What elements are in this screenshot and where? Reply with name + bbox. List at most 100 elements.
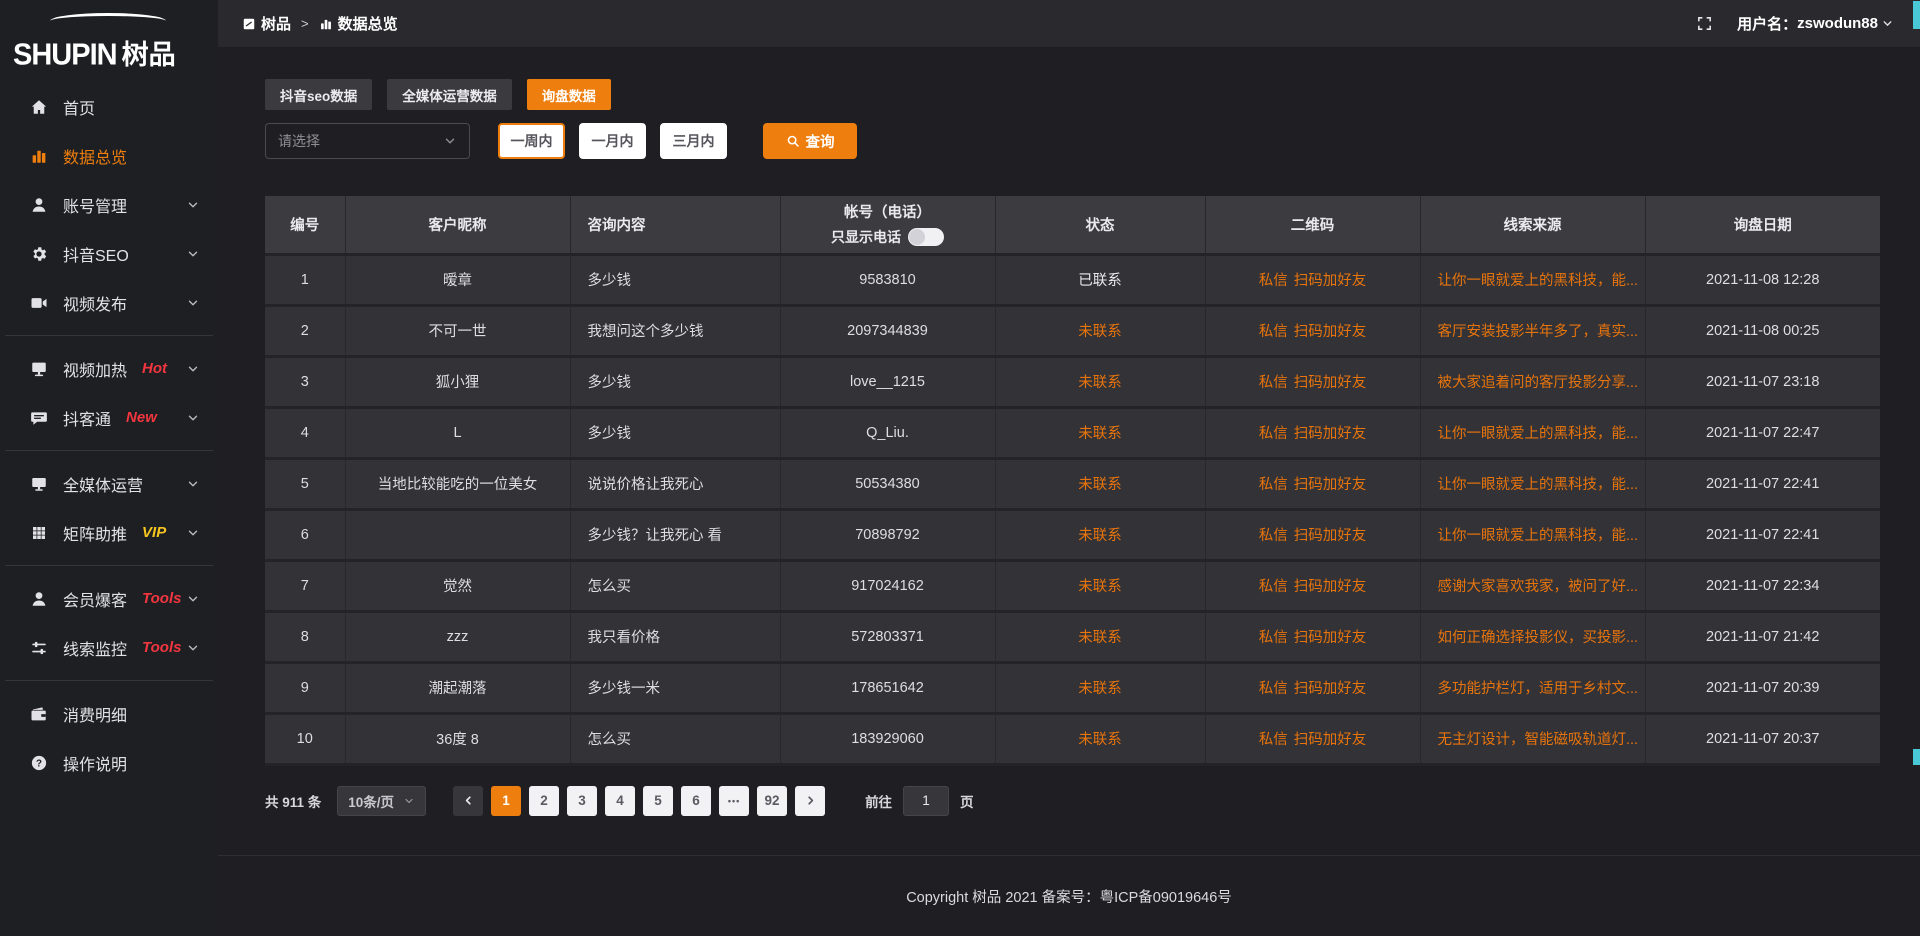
page-button-6[interactable]: 6	[681, 786, 711, 816]
sidebar-item-video-publish[interactable]: 视频发布	[0, 278, 218, 327]
table-row: 7觉然怎么买917024162未联系私信扫码加好友感谢大家喜欢我家，被问了好..…	[265, 560, 1880, 611]
sidebar-item-account-management[interactable]: 账号管理	[0, 180, 218, 229]
lead-source-link[interactable]: 无主灯设计，智能磁吸轨道灯...	[1438, 732, 1639, 748]
lead-source-link[interactable]: 让你一眼就爱上的黑科技，能...	[1438, 477, 1639, 493]
customer-nickname: zzz	[345, 611, 570, 662]
qr-action-link[interactable]: 扫码加好友	[1294, 324, 1367, 340]
period-button-within-month[interactable]: 一月内	[579, 123, 646, 159]
lead-source-link[interactable]: 被大家追着问的客厅投影分享...	[1438, 375, 1639, 391]
contact-status-cell: 已联系	[995, 254, 1205, 305]
fullscreen-icon[interactable]	[1696, 15, 1713, 32]
scrollbar-thumb[interactable]	[1913, 1, 1920, 29]
qr-action-link[interactable]: 扫码加好友	[1294, 273, 1367, 289]
status-text: 未联系	[1078, 579, 1122, 595]
status-text: 未联系	[1078, 732, 1122, 748]
status-text: 已联系	[1078, 273, 1122, 289]
lead-source-link[interactable]: 客厅安装投影半年多了，真实...	[1438, 324, 1639, 340]
qr-action-link[interactable]: 私信	[1259, 681, 1288, 697]
lead-source-cell: 无主灯设计，智能磁吸轨道灯...	[1420, 713, 1645, 764]
qr-action-link[interactable]: 私信	[1259, 630, 1288, 646]
contact-status-cell: 未联系	[995, 662, 1205, 713]
qr-action-link[interactable]: 私信	[1259, 732, 1288, 748]
lead-source-link[interactable]: 多功能护栏灯，适用于乡村文...	[1438, 681, 1639, 697]
period-button-within-three-months[interactable]: 三月内	[660, 123, 727, 159]
sidebar-item-matrix-boost[interactable]: 矩阵助推VIP	[0, 508, 218, 557]
next-page-button[interactable]	[795, 786, 825, 816]
footer: Copyright 树品 2021 备案号：粤ICP备09019646号	[218, 855, 1920, 936]
qr-action-link[interactable]: 扫码加好友	[1294, 477, 1367, 493]
page-button-92[interactable]: 92	[757, 786, 787, 816]
qr-action-link[interactable]: 私信	[1259, 375, 1288, 391]
column-header-3: 帐号（电话）只显示电话	[780, 196, 995, 254]
qr-action-link[interactable]: 扫码加好友	[1294, 630, 1367, 646]
sidebar-item-member-baoke[interactable]: 会员爆客Tools	[0, 574, 218, 623]
lead-source-link[interactable]: 感谢大家喜欢我家，被问了好...	[1438, 579, 1639, 595]
filter-select[interactable]: 请选择	[265, 123, 470, 159]
prev-page-button[interactable]	[453, 786, 483, 816]
qr-action-link[interactable]: 私信	[1259, 579, 1288, 595]
period-button-within-week[interactable]: 一周内	[498, 123, 565, 159]
qr-action-link[interactable]: 私信	[1259, 324, 1288, 340]
more-pages-button[interactable]: •••	[719, 786, 749, 816]
page-button-5[interactable]: 5	[643, 786, 673, 816]
sidebar-item-home[interactable]: 首页	[0, 82, 218, 131]
tab-inquiry-data[interactable]: 询盘数据	[527, 79, 611, 110]
tab-omnimedia-operation-data[interactable]: 全媒体运营数据	[387, 79, 512, 110]
phone-only-toggle[interactable]	[908, 228, 944, 246]
page-button-4[interactable]: 4	[605, 786, 635, 816]
topbar: 树品>数据总览 用户名： zswodun88	[218, 0, 1920, 47]
qr-action-link[interactable]: 私信	[1259, 528, 1288, 544]
customer-nickname: 狐小狸	[345, 356, 570, 407]
sidebar-item-video-heat[interactable]: 视频加热Hot	[0, 344, 218, 393]
user-menu[interactable]: 用户名： zswodun88	[1737, 13, 1894, 34]
inquiry-date: 2021-11-07 21:42	[1645, 611, 1880, 662]
contact-status-cell: 未联系	[995, 713, 1205, 764]
inquiry-content: 多少钱	[570, 407, 780, 458]
sidebar-item-omnimedia-operation[interactable]: 全媒体运营	[0, 459, 218, 508]
qr-action-link[interactable]: 私信	[1259, 426, 1288, 442]
sidebar-item-consumption-detail[interactable]: 消费明细	[0, 689, 218, 738]
qr-action-link[interactable]: 扫码加好友	[1294, 732, 1367, 748]
account-phone: Q_Liu.	[780, 407, 995, 458]
help-icon: ?	[30, 754, 48, 772]
logo-text-cn: 树品	[122, 33, 176, 72]
logo-text-en: SHUPIN	[13, 38, 117, 73]
sidebar-item-douketong[interactable]: 抖客通New	[0, 393, 218, 442]
qr-action-link[interactable]: 私信	[1259, 477, 1288, 493]
breadcrumb-item[interactable]: 数据总览	[319, 13, 398, 34]
page-button-3[interactable]: 3	[567, 786, 597, 816]
sidebar-item-douyin-seo[interactable]: 抖音SEO	[0, 229, 218, 278]
page-button-2[interactable]: 2	[529, 786, 559, 816]
lead-source-link[interactable]: 让你一眼就爱上的黑科技，能...	[1438, 426, 1639, 442]
chevron-down-icon	[186, 592, 200, 606]
row-number: 8	[265, 611, 345, 662]
lead-source-link[interactable]: 如何正确选择投影仪，买投影...	[1438, 630, 1639, 646]
qr-action-link[interactable]: 扫码加好友	[1294, 681, 1367, 697]
qr-action-link[interactable]: 扫码加好友	[1294, 579, 1367, 595]
qr-action-link[interactable]: 扫码加好友	[1294, 426, 1367, 442]
sidebar-item-data-overview[interactable]: 数据总览	[0, 131, 218, 180]
qr-action-link[interactable]: 扫码加好友	[1294, 375, 1367, 391]
inquiry-content: 多少钱	[570, 356, 780, 407]
tab-douyin-seo-data[interactable]: 抖音seo数据	[265, 79, 372, 110]
query-button[interactable]: 查询	[763, 123, 857, 159]
lead-source-link[interactable]: 让你一眼就爱上的黑科技，能...	[1438, 273, 1639, 289]
goto-page-input[interactable]	[903, 786, 949, 816]
page-size-select[interactable]: 10条/页	[337, 786, 426, 816]
qr-action-link[interactable]: 扫码加好友	[1294, 528, 1367, 544]
sidebar-item-lead-monitor[interactable]: 线索监控Tools	[0, 623, 218, 672]
page-button-1[interactable]: 1	[491, 786, 521, 816]
sidebar-item-operation-guide[interactable]: ?操作说明	[0, 738, 218, 787]
sidebar-item-label: 抖音SEO	[63, 242, 129, 266]
breadcrumb-item[interactable]: 树品	[242, 13, 291, 34]
qr-actions-cell: 私信扫码加好友	[1205, 254, 1420, 305]
inquiry-content: 我想问这个多少钱	[570, 305, 780, 356]
chevron-down-icon	[186, 362, 200, 376]
row-number: 7	[265, 560, 345, 611]
qr-action-link[interactable]: 私信	[1259, 273, 1288, 289]
scrollbar-thumb[interactable]	[1913, 749, 1920, 765]
contact-status-cell: 未联系	[995, 356, 1205, 407]
lead-source-link[interactable]: 让你一眼就爱上的黑科技，能...	[1438, 528, 1639, 544]
account-column-title: 帐号（电话）	[781, 201, 995, 222]
qr-actions-cell: 私信扫码加好友	[1205, 305, 1420, 356]
